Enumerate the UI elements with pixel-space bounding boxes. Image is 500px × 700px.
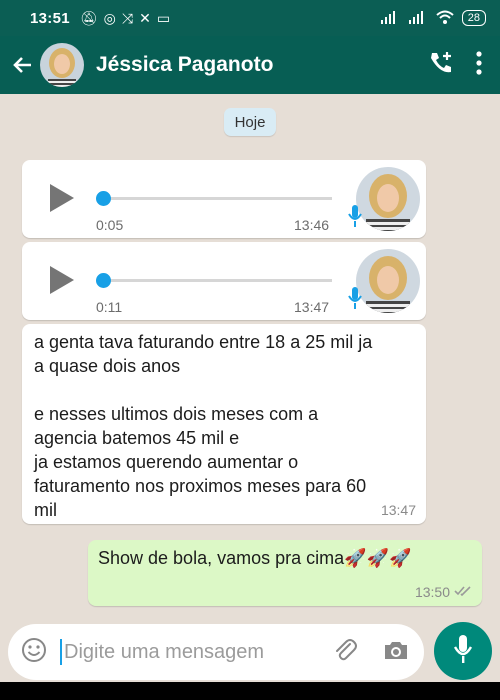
voice-record-button[interactable] xyxy=(434,622,492,680)
signal-icon-2 xyxy=(408,10,428,27)
notification-icons: 🔕︎ ◎ ⤨ ✕ ▭ xyxy=(80,10,170,27)
system-navigation-bar xyxy=(0,682,500,700)
text-cursor xyxy=(60,639,62,665)
outgoing-message[interactable]: Show de bola, vamos pra cima🚀🚀🚀 13:50 xyxy=(88,540,482,606)
audio-seek-handle[interactable] xyxy=(96,273,111,288)
muted-bell-icon: 🔕︎ xyxy=(79,9,98,26)
system-icons: 28 xyxy=(380,10,486,27)
audio-progress-track[interactable] xyxy=(102,279,332,282)
chat-header: Jéssica Paganoto xyxy=(0,36,500,94)
message-time: 13:50 xyxy=(414,584,450,600)
double-check-icon xyxy=(454,584,472,600)
sender-avatar xyxy=(356,167,420,231)
audio-duration: 0:05 xyxy=(96,217,124,233)
camera-icon[interactable] xyxy=(382,638,410,667)
play-icon[interactable] xyxy=(50,184,74,212)
message-input[interactable]: Digite uma mensagem xyxy=(8,624,424,680)
message-time: 13:47 xyxy=(380,502,416,518)
message-text: Show de bola, vamos pra cima🚀🚀🚀 xyxy=(98,548,412,568)
message-time: 13:46 xyxy=(294,217,330,233)
wifi-icon xyxy=(436,10,454,27)
battery-icon: 28 xyxy=(461,10,486,26)
voice-note-mic-icon xyxy=(348,204,362,233)
more-options-icon[interactable] xyxy=(476,50,482,80)
message-text: a genta tava faturando entre 18 a 25 mil… xyxy=(34,332,373,520)
contact-name[interactable]: Jéssica Paganoto xyxy=(96,53,273,77)
back-arrow-icon[interactable] xyxy=(4,36,40,94)
status-bar: 13:51 🔕︎ ◎ ⤨ ✕ ▭ 28 xyxy=(0,0,500,36)
audio-progress-track[interactable] xyxy=(102,197,332,200)
voice-message[interactable]: 0:11 13:47 xyxy=(22,242,426,320)
missed-call-icon: ⤨ xyxy=(121,9,134,26)
message-placeholder[interactable]: Digite uma mensagem xyxy=(64,641,264,664)
audio-seek-handle[interactable] xyxy=(96,191,111,206)
emoji-icon[interactable] xyxy=(20,636,48,669)
screen-icon: ▭ xyxy=(156,9,171,26)
mic-icon xyxy=(453,634,473,669)
add-call-icon[interactable] xyxy=(428,50,454,81)
voice-note-mic-icon xyxy=(348,286,362,315)
date-divider: Hoje xyxy=(224,108,276,136)
message-time: 13:47 xyxy=(294,299,330,315)
incoming-message[interactable]: a genta tava faturando entre 18 a 25 mil… xyxy=(22,324,426,524)
message-list[interactable]: Hoje 0:05 13:46 0:11 13:47 a genta tava … xyxy=(0,94,500,618)
play-icon[interactable] xyxy=(50,266,74,294)
voice-message[interactable]: 0:05 13:46 xyxy=(22,160,426,238)
signal-icon xyxy=(380,10,400,27)
status-time: 13:51 xyxy=(30,9,70,27)
attach-icon[interactable] xyxy=(332,637,358,668)
tools-icon: ✕ xyxy=(139,9,151,26)
sender-avatar xyxy=(356,249,420,313)
contact-avatar[interactable] xyxy=(40,43,84,87)
audio-duration: 0:11 xyxy=(96,299,123,315)
instagram-icon: ◎ xyxy=(103,9,116,26)
